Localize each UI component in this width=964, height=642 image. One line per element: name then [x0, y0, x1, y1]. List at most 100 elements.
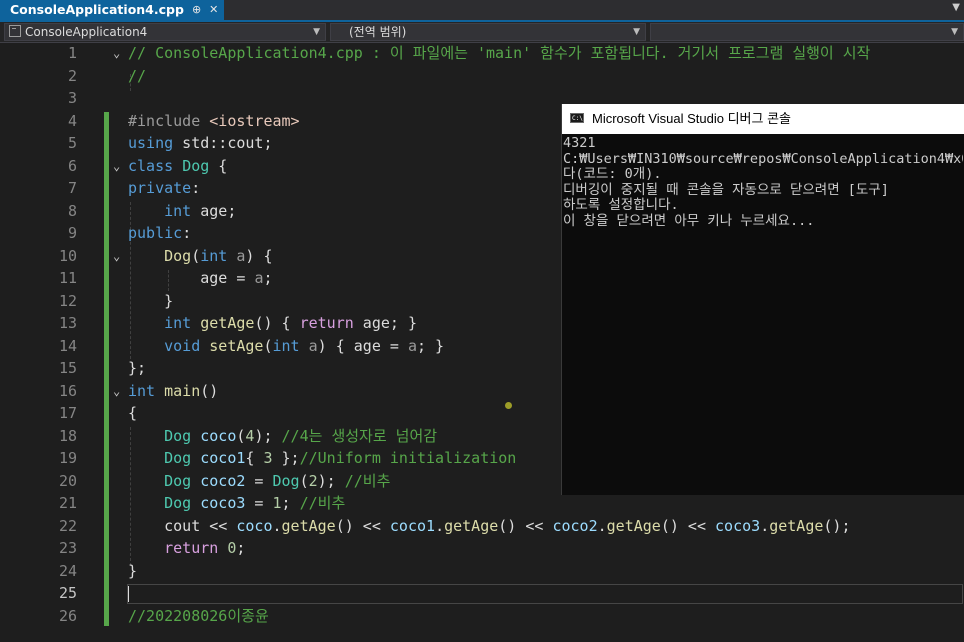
- line-number: 12: [58, 291, 77, 310]
- line-number: 3: [67, 89, 77, 107]
- code-token: Dog: [164, 426, 192, 445]
- project-dropdown[interactable]: ConsoleApplication4 ▼: [4, 23, 326, 41]
- line-number: 4: [67, 111, 77, 130]
- close-tab-icon[interactable]: ✕: [209, 0, 218, 20]
- code-token: =: [245, 471, 273, 490]
- line-number: 26: [58, 606, 77, 625]
- code-text: Dog coco3 = 1; //비추: [128, 492, 345, 515]
- code-token: =: [245, 494, 273, 512]
- code-text: }: [128, 560, 137, 583]
- code-token: //4는 생성자로 넘어감: [281, 426, 438, 445]
- line-number: 22: [58, 516, 77, 535]
- code-token: setAge: [209, 336, 264, 355]
- code-line[interactable]: 25: [0, 582, 964, 605]
- code-token: {: [209, 156, 228, 175]
- navigation-bar: ConsoleApplication4 ▼ (전역 범위) ▼ ▼: [0, 22, 964, 43]
- code-text: };: [128, 357, 146, 380]
- code-line[interactable]: 24}: [0, 560, 964, 583]
- console-line: C:₩Users₩IN310₩source₩repos₩ConsoleAppli…: [563, 150, 963, 167]
- code-token: a: [407, 336, 417, 355]
- code-text: Dog coco1{ 3 };//Uniform initialization: [128, 447, 516, 470]
- code-token: {: [245, 449, 264, 467]
- debug-console-window[interactable]: C:\ Microsoft Visual Studio 디버그 콘솔 4321 C…: [561, 104, 964, 495]
- console-line: 다(코드: 0개).: [563, 166, 662, 182]
- chevron-down-icon: ▼: [313, 27, 320, 37]
- line-number: 8: [67, 201, 77, 220]
- fold-toggle-icon[interactable]: ⌄: [113, 155, 120, 178]
- code-token: public: [128, 224, 183, 242]
- member-dropdown[interactable]: ▼: [650, 23, 964, 41]
- line-number: 24: [58, 561, 77, 580]
- code-token: Dog: [164, 449, 192, 467]
- code-text: class Dog {: [128, 155, 227, 178]
- code-token: // ConsoleApplication4.cpp : 이 파일에는 'mai…: [128, 44, 871, 62]
- scope-dropdown[interactable]: (전역 범위) ▼: [330, 23, 646, 41]
- code-token: );: [317, 471, 345, 490]
- code-text: public:: [128, 222, 191, 245]
- code-line[interactable]: 21 Dog coco3 = 1; //비추: [0, 492, 964, 515]
- code-text: Dog(int a) {: [128, 245, 273, 268]
- code-token: getAge: [200, 314, 255, 332]
- document-tab[interactable]: ConsoleApplication4.cpp ⊕ ✕: [0, 0, 225, 20]
- console-title: Microsoft Visual Studio 디버그 콘솔: [592, 111, 792, 126]
- code-token: a: [308, 336, 318, 355]
- code-token: Dog: [272, 471, 300, 490]
- code-line[interactable]: 23 return 0;: [0, 537, 964, 560]
- code-token: //: [128, 66, 147, 85]
- code-token: coco: [236, 516, 273, 535]
- line-number: 16: [58, 381, 77, 400]
- code-text: //202208026이종윤: [128, 605, 269, 628]
- line-number: 14: [58, 336, 77, 355]
- line-number: 2: [67, 66, 77, 85]
- line-number: 11: [58, 269, 77, 287]
- console-title-bar[interactable]: C:\ Microsoft Visual Studio 디버그 콘솔: [562, 104, 964, 134]
- code-token: int: [272, 336, 300, 355]
- fold-toggle-icon[interactable]: ⌄: [113, 380, 120, 403]
- code-token: () <<: [498, 516, 553, 535]
- code-line[interactable]: 1 ⌄ // ConsoleApplication4.cpp : 이 파일에는 'm…: [0, 42, 964, 65]
- code-token: int: [164, 201, 192, 220]
- line-number: 23: [58, 539, 77, 557]
- code-line[interactable]: 2 //: [0, 65, 964, 88]
- code-line[interactable]: 26 //202208026이종윤: [0, 605, 964, 628]
- fold-toggle-icon[interactable]: ⌄: [113, 245, 120, 268]
- code-token: //Uniform initialization: [299, 449, 517, 467]
- code-line[interactable]: 22 cout << coco.getAge() << coco1.getAge…: [0, 515, 964, 538]
- code-token: //202208026이종윤: [128, 606, 269, 625]
- line-number: 15: [58, 359, 77, 377]
- code-token: getAge: [281, 516, 336, 535]
- code-token: .: [435, 516, 445, 535]
- code-token: () {: [254, 314, 300, 332]
- code-token: );: [254, 426, 282, 445]
- code-token: 1: [272, 494, 282, 512]
- code-token: std::cout;: [173, 134, 273, 152]
- code-text: private:: [128, 177, 200, 200]
- pin-tab-icon[interactable]: ⊕: [192, 0, 201, 20]
- line-number: 17: [58, 404, 77, 422]
- code-token: coco3: [715, 516, 761, 535]
- code-token: #include: [128, 111, 210, 130]
- tab-filename: ConsoleApplication4.cpp: [10, 2, 184, 17]
- project-dropdown-label: ConsoleApplication4: [25, 25, 148, 39]
- code-token: return: [164, 539, 219, 557]
- code-text: }: [128, 290, 173, 313]
- code-text: return 0;: [128, 537, 245, 560]
- line-number: 6: [67, 156, 77, 175]
- console-line: 4321: [563, 136, 596, 151]
- fold-toggle-icon[interactable]: ⌄: [113, 42, 120, 65]
- code-token: }: [128, 291, 174, 310]
- code-token: ;: [236, 539, 246, 557]
- tab-overflow-dropdown-icon[interactable]: ▼: [952, 2, 960, 13]
- line-number: 21: [58, 494, 77, 512]
- code-token: ) {: [245, 246, 273, 265]
- code-token: coco3: [200, 494, 246, 512]
- code-text: int getAge() { return age; }: [128, 312, 417, 335]
- code-token: Dog: [164, 471, 192, 490]
